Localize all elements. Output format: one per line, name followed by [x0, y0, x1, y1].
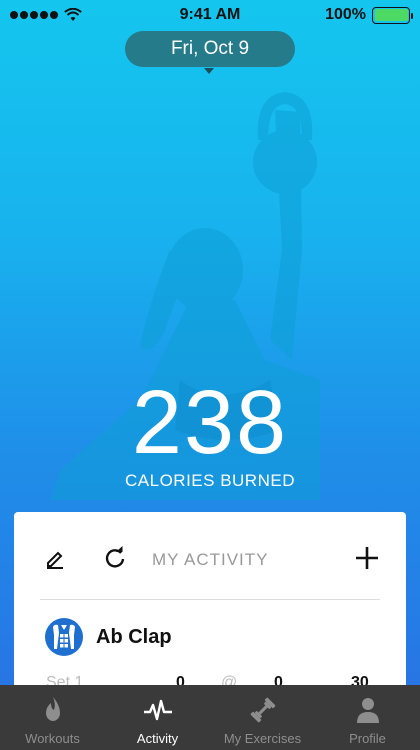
wifi-icon	[64, 8, 82, 21]
tab-activity[interactable]: Activity	[105, 685, 210, 750]
exercise-name: Ab Clap	[96, 625, 172, 648]
dumbbell-icon	[250, 697, 275, 723]
activity-title: MY ACTIVITY	[152, 550, 269, 569]
activity-toolbar: MY ACTIVITY	[14, 512, 406, 600]
tab-label: Profile	[349, 731, 386, 746]
tab-label: Activity	[136, 731, 179, 746]
tab-my-exercises[interactable]: My Exercises	[210, 685, 315, 750]
edit-button[interactable]	[40, 543, 70, 573]
pulse-icon	[143, 699, 172, 721]
activity-card: MY ACTIVITY Ab Clap Set 1 0 @ 0 30	[14, 512, 406, 712]
person-icon	[356, 698, 379, 723]
activity-screen: 9:41 AM 100% Fri, Oct 9 238 CALORIES BUR…	[0, 0, 420, 750]
tab-workouts[interactable]: Workouts	[0, 685, 105, 750]
date-selector[interactable]: Fri, Oct 9	[125, 31, 295, 67]
tab-bar: Workouts Activity My Exercises Profile	[0, 685, 420, 750]
tab-profile[interactable]: Profile	[315, 685, 420, 750]
status-bar: 9:41 AM 100%	[0, 0, 420, 30]
calories-label: CALORIES BURNED	[125, 471, 295, 490]
battery-percent: 100%	[325, 6, 366, 23]
battery-icon	[372, 6, 413, 24]
calories-value: 238	[131, 373, 289, 473]
add-exercise-button[interactable]	[352, 543, 382, 573]
abs-torso-icon	[45, 618, 83, 656]
divider	[40, 599, 380, 600]
pencil-icon	[47, 551, 63, 569]
caret-down-icon	[204, 68, 214, 74]
date-label: Fri, Oct 9	[170, 38, 250, 59]
signal-strength-icon	[10, 11, 58, 19]
flame-icon	[45, 697, 60, 721]
refresh-button[interactable]	[100, 543, 130, 573]
exercise-row[interactable]: Ab Clap	[44, 616, 172, 658]
tab-label: Workouts	[25, 731, 80, 746]
plus-icon	[356, 547, 378, 569]
refresh-icon	[105, 546, 125, 568]
tab-label: My Exercises	[223, 731, 302, 746]
